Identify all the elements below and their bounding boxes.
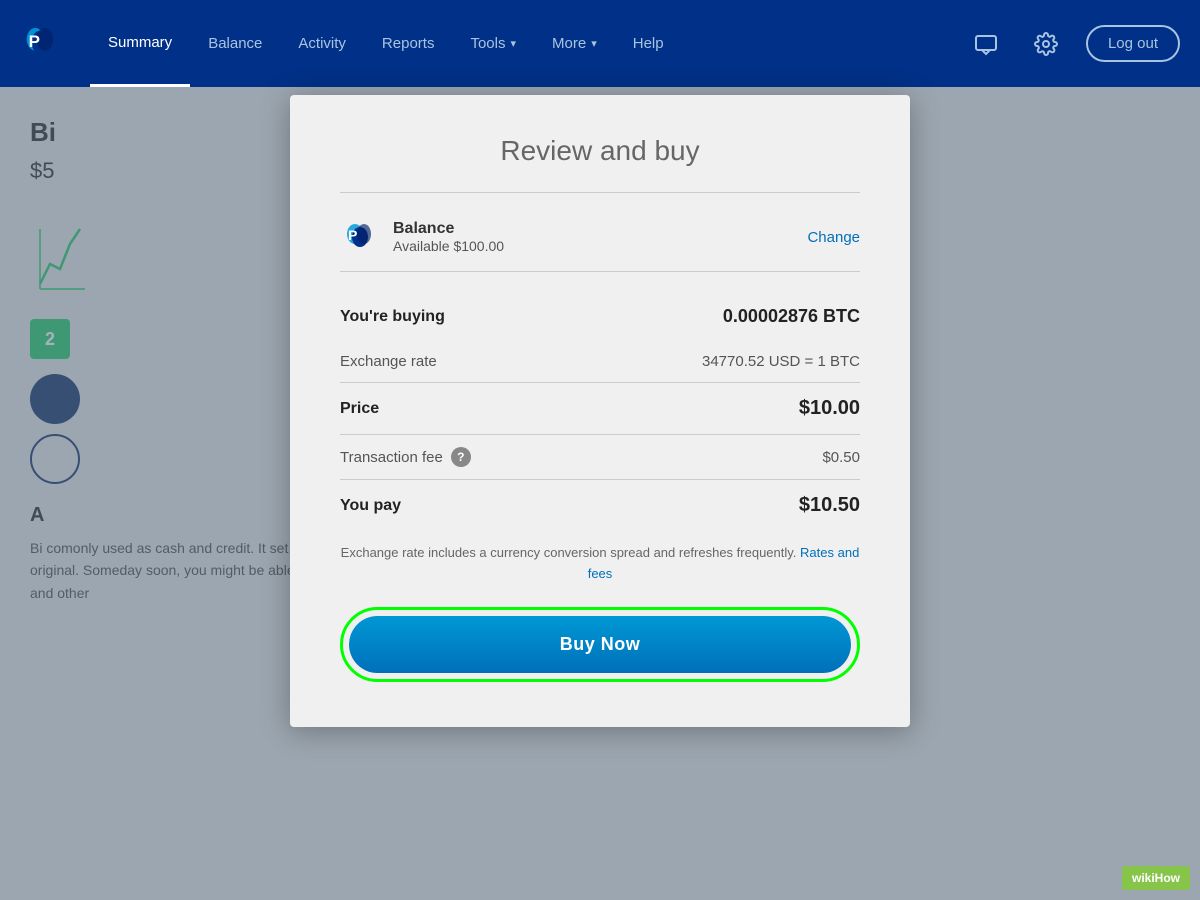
wikihow-badge: wikiHow [1122,866,1190,890]
svg-text:P: P [29,31,40,50]
more-chevron-icon: ▾ [591,37,597,50]
nav-item-summary[interactable]: Summary [90,0,190,87]
transaction-fee-row: Transaction fee ? $0.50 [340,435,860,479]
svg-text:P: P [348,227,357,243]
buy-now-button[interactable]: Buy Now [349,616,851,673]
price-row: Price $10.00 [340,383,860,434]
logout-button[interactable]: Log out [1086,25,1180,62]
transaction-fee-label: Transaction fee [340,449,443,466]
messages-button[interactable] [966,24,1006,64]
buy-now-button-wrapper: Buy Now [340,607,860,682]
transaction-fee-label-group: Transaction fee ? [340,447,471,467]
you-pay-value: $10.50 [799,494,860,517]
change-payment-method-link[interactable]: Change [807,229,860,246]
transaction-fee-value: $0.50 [822,449,860,466]
buying-value: 0.00002876 BTC [723,306,860,327]
payment-method-name: Balance [393,220,807,238]
nav-item-balance[interactable]: Balance [190,0,280,87]
buying-label: You're buying [340,308,445,326]
exchange-rate-row: Exchange rate 34770.52 USD = 1 BTC [340,341,860,382]
modal-title-divider [340,192,860,193]
payment-available-balance: Available $100.00 [393,238,807,254]
you-pay-label: You pay [340,497,401,515]
exchange-note-text: Exchange rate includes a currency conver… [340,543,860,585]
buying-row: You're buying 0.00002876 BTC [340,292,860,341]
exchange-rate-label: Exchange rate [340,353,437,370]
nav-item-reports[interactable]: Reports [364,0,453,87]
modal-title: Review and buy [340,135,860,167]
nav-item-help[interactable]: Help [615,0,682,87]
exchange-rate-value: 34770.52 USD = 1 BTC [702,353,860,370]
paypal-payment-icon: P [340,218,378,256]
nav-links: Summary Balance Activity Reports Tools ▾… [90,0,966,87]
payment-method-row: P Balance Available $100.00 Change [340,218,860,272]
payment-info: Balance Available $100.00 [393,220,807,254]
navbar: P Summary Balance Activity Reports Tools… [0,0,1200,87]
you-pay-row: You pay $10.50 [340,479,860,525]
price-value: $10.00 [799,397,860,420]
price-label: Price [340,400,379,418]
review-buy-modal: Review and buy P Balance Available $100.… [290,95,910,727]
nav-item-tools[interactable]: Tools ▾ [452,0,534,87]
settings-button[interactable] [1026,24,1066,64]
tools-chevron-icon: ▾ [510,37,516,50]
nav-item-more[interactable]: More ▾ [534,0,615,87]
paypal-logo: P [20,24,60,64]
nav-item-activity[interactable]: Activity [280,0,364,87]
transaction-fee-help-icon[interactable]: ? [451,447,471,467]
navbar-right: Log out [966,24,1180,64]
